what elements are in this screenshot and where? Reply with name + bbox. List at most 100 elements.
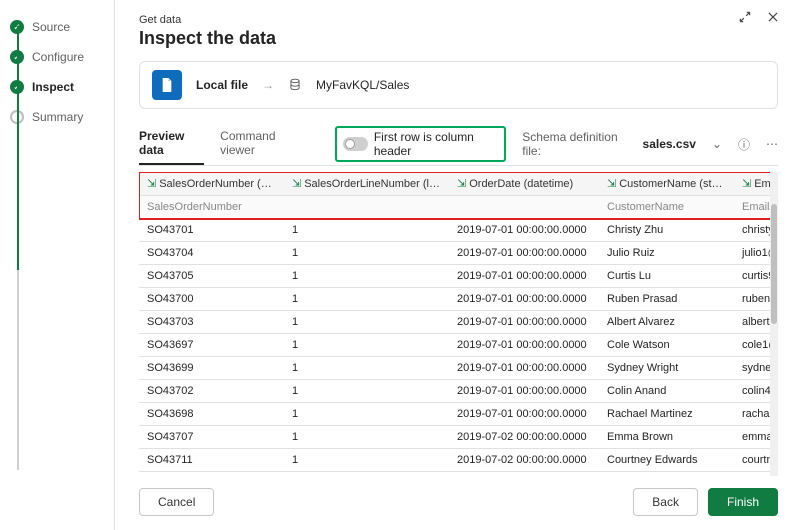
- sort-icon: ⇲: [742, 178, 751, 190]
- table-cell: SO43707: [139, 426, 284, 449]
- tab-command-viewer[interactable]: Command viewer: [220, 123, 303, 165]
- table-cell: 1: [284, 472, 449, 477]
- more-icon[interactable]: ⋯: [766, 137, 778, 151]
- table-cell: 2019-07-01 00:00:00.0000: [449, 242, 599, 265]
- table-row[interactable]: SO4370012019-07-01 00:00:00.0000Ruben Pr…: [139, 288, 778, 311]
- preview-table-viewport: ⇲SalesOrderNumber (string) ⇲SalesOrderLi…: [139, 172, 778, 476]
- filter-cell[interactable]: CustomerName: [599, 196, 734, 219]
- table-cell: 1: [284, 311, 449, 334]
- step-configure[interactable]: ✓ Configure: [10, 42, 114, 72]
- step-label: Inspect: [32, 80, 74, 94]
- close-icon[interactable]: [766, 10, 780, 27]
- table-row[interactable]: SO4369712019-07-01 00:00:00.0000Cole Wat…: [139, 334, 778, 357]
- table-row[interactable]: SO4370212019-07-01 00:00:00.0000Colin An…: [139, 380, 778, 403]
- step-inspect[interactable]: ✓ Inspect: [10, 72, 114, 102]
- filter-cell[interactable]: SalesOrderNumber: [139, 196, 284, 219]
- column-header[interactable]: ⇲CustomerName (string): [599, 172, 734, 196]
- file-icon: [152, 70, 182, 100]
- table-cell: 1: [284, 219, 449, 242]
- arrow-right-icon: →: [262, 78, 274, 92]
- step-label: Configure: [32, 50, 84, 64]
- table-cell: SO43706: [139, 472, 284, 477]
- table-filter-row: SalesOrderNumber CustomerName EmailAddre…: [139, 196, 778, 219]
- destination-path: MyFavKQL/Sales: [316, 78, 409, 92]
- expand-icon[interactable]: [738, 10, 752, 27]
- table-cell: 1: [284, 265, 449, 288]
- info-icon[interactable]: ⓘ: [738, 136, 750, 153]
- back-button[interactable]: Back: [633, 488, 698, 516]
- table-cell: Christy Zhu: [599, 219, 734, 242]
- step-label: Summary: [32, 110, 83, 124]
- step-connector-line: [17, 26, 19, 470]
- finish-button[interactable]: Finish: [708, 488, 778, 516]
- table-cell: 2019-07-01 00:00:00.0000: [449, 380, 599, 403]
- column-header[interactable]: ⇲SalesOrderLineNumber (long): [284, 172, 449, 196]
- table-cell: 2019-07-01 00:00:00.0000: [449, 403, 599, 426]
- table-cell: SO43700: [139, 288, 284, 311]
- table-cell: SO43711: [139, 449, 284, 472]
- table-cell: SO43704: [139, 242, 284, 265]
- source-path-box: Local file → MyFavKQL/Sales: [139, 61, 778, 109]
- vertical-scrollbar[interactable]: [770, 172, 778, 476]
- table-cell: Rachael Martinez: [599, 403, 734, 426]
- table-cell: 1: [284, 334, 449, 357]
- filter-cell[interactable]: [284, 196, 449, 219]
- table-cell: 1: [284, 288, 449, 311]
- tabs-row: Preview data Command viewer First row is…: [139, 123, 778, 166]
- first-row-header-toggle-group: First row is column header: [335, 126, 506, 162]
- scrollbar-thumb[interactable]: [771, 204, 777, 324]
- filter-cell[interactable]: [449, 196, 599, 219]
- database-icon: [288, 78, 302, 92]
- cancel-button[interactable]: Cancel: [139, 488, 214, 516]
- page-title: Inspect the data: [139, 28, 778, 49]
- sort-icon: ⇲: [147, 178, 156, 190]
- first-row-header-toggle[interactable]: [343, 137, 368, 151]
- wizard-steps-rail: ✓ Source ✓ Configure ✓ Inspect Summary: [0, 0, 115, 530]
- table-row[interactable]: SO4370712019-07-02 00:00:00.0000Emma Bro…: [139, 426, 778, 449]
- table-cell: SO43705: [139, 265, 284, 288]
- table-cell: 1: [284, 357, 449, 380]
- chevron-down-icon[interactable]: ⌄: [712, 137, 722, 151]
- table-cell: 1: [284, 403, 449, 426]
- table-cell: Edward Brown: [599, 472, 734, 477]
- table-cell: 2019-07-01 00:00:00.0000: [449, 334, 599, 357]
- table-cell: Curtis Lu: [599, 265, 734, 288]
- table-row[interactable]: SO4370512019-07-01 00:00:00.0000Curtis L…: [139, 265, 778, 288]
- table-cell: 2019-07-02 00:00:00.0000: [449, 472, 599, 477]
- table-cell: SO43703: [139, 311, 284, 334]
- tab-preview-data[interactable]: Preview data: [139, 123, 204, 165]
- first-row-header-label: First row is column header: [374, 130, 498, 158]
- table-row[interactable]: SO4370112019-07-01 00:00:00.0000Christy …: [139, 219, 778, 242]
- table-cell: Sydney Wright: [599, 357, 734, 380]
- wizard-eyebrow: Get data: [139, 14, 778, 26]
- table-cell: SO43701: [139, 219, 284, 242]
- table-cell: 2019-07-01 00:00:00.0000: [449, 219, 599, 242]
- sort-icon: ⇲: [292, 178, 301, 190]
- table-row[interactable]: SO4370412019-07-01 00:00:00.0000Julio Ru…: [139, 242, 778, 265]
- column-header[interactable]: ⇲SalesOrderNumber (string): [139, 172, 284, 196]
- table-row[interactable]: SO4369912019-07-01 00:00:00.0000Sydney W…: [139, 357, 778, 380]
- schema-definition-file: sales.csv: [643, 137, 696, 151]
- table-cell: Emma Brown: [599, 426, 734, 449]
- table-cell: 2019-07-02 00:00:00.0000: [449, 449, 599, 472]
- table-row[interactable]: SO4371112019-07-02 00:00:00.0000Courtney…: [139, 449, 778, 472]
- table-cell: 2019-07-02 00:00:00.0000: [449, 426, 599, 449]
- table-cell: 2019-07-01 00:00:00.0000: [449, 265, 599, 288]
- table-cell: Ruben Prasad: [599, 288, 734, 311]
- table-row[interactable]: SO4370312019-07-01 00:00:00.0000Albert A…: [139, 311, 778, 334]
- table-cell: 2019-07-01 00:00:00.0000: [449, 357, 599, 380]
- source-kind-label: Local file: [196, 78, 248, 92]
- table-cell: 1: [284, 242, 449, 265]
- step-summary[interactable]: Summary: [10, 102, 114, 132]
- preview-table: ⇲SalesOrderNumber (string) ⇲SalesOrderLi…: [139, 172, 778, 476]
- table-cell: SO43702: [139, 380, 284, 403]
- table-cell: 2019-07-01 00:00:00.0000: [449, 288, 599, 311]
- table-header-row: ⇲SalesOrderNumber (string) ⇲SalesOrderLi…: [139, 172, 778, 196]
- step-source[interactable]: ✓ Source: [10, 12, 114, 42]
- table-cell: 2019-07-01 00:00:00.0000: [449, 311, 599, 334]
- table-cell: Albert Alvarez: [599, 311, 734, 334]
- step-label: Source: [32, 20, 70, 34]
- table-row[interactable]: SO4370612019-07-02 00:00:00.0000Edward B…: [139, 472, 778, 477]
- table-row[interactable]: SO4369812019-07-01 00:00:00.0000Rachael …: [139, 403, 778, 426]
- column-header[interactable]: ⇲OrderDate (datetime): [449, 172, 599, 196]
